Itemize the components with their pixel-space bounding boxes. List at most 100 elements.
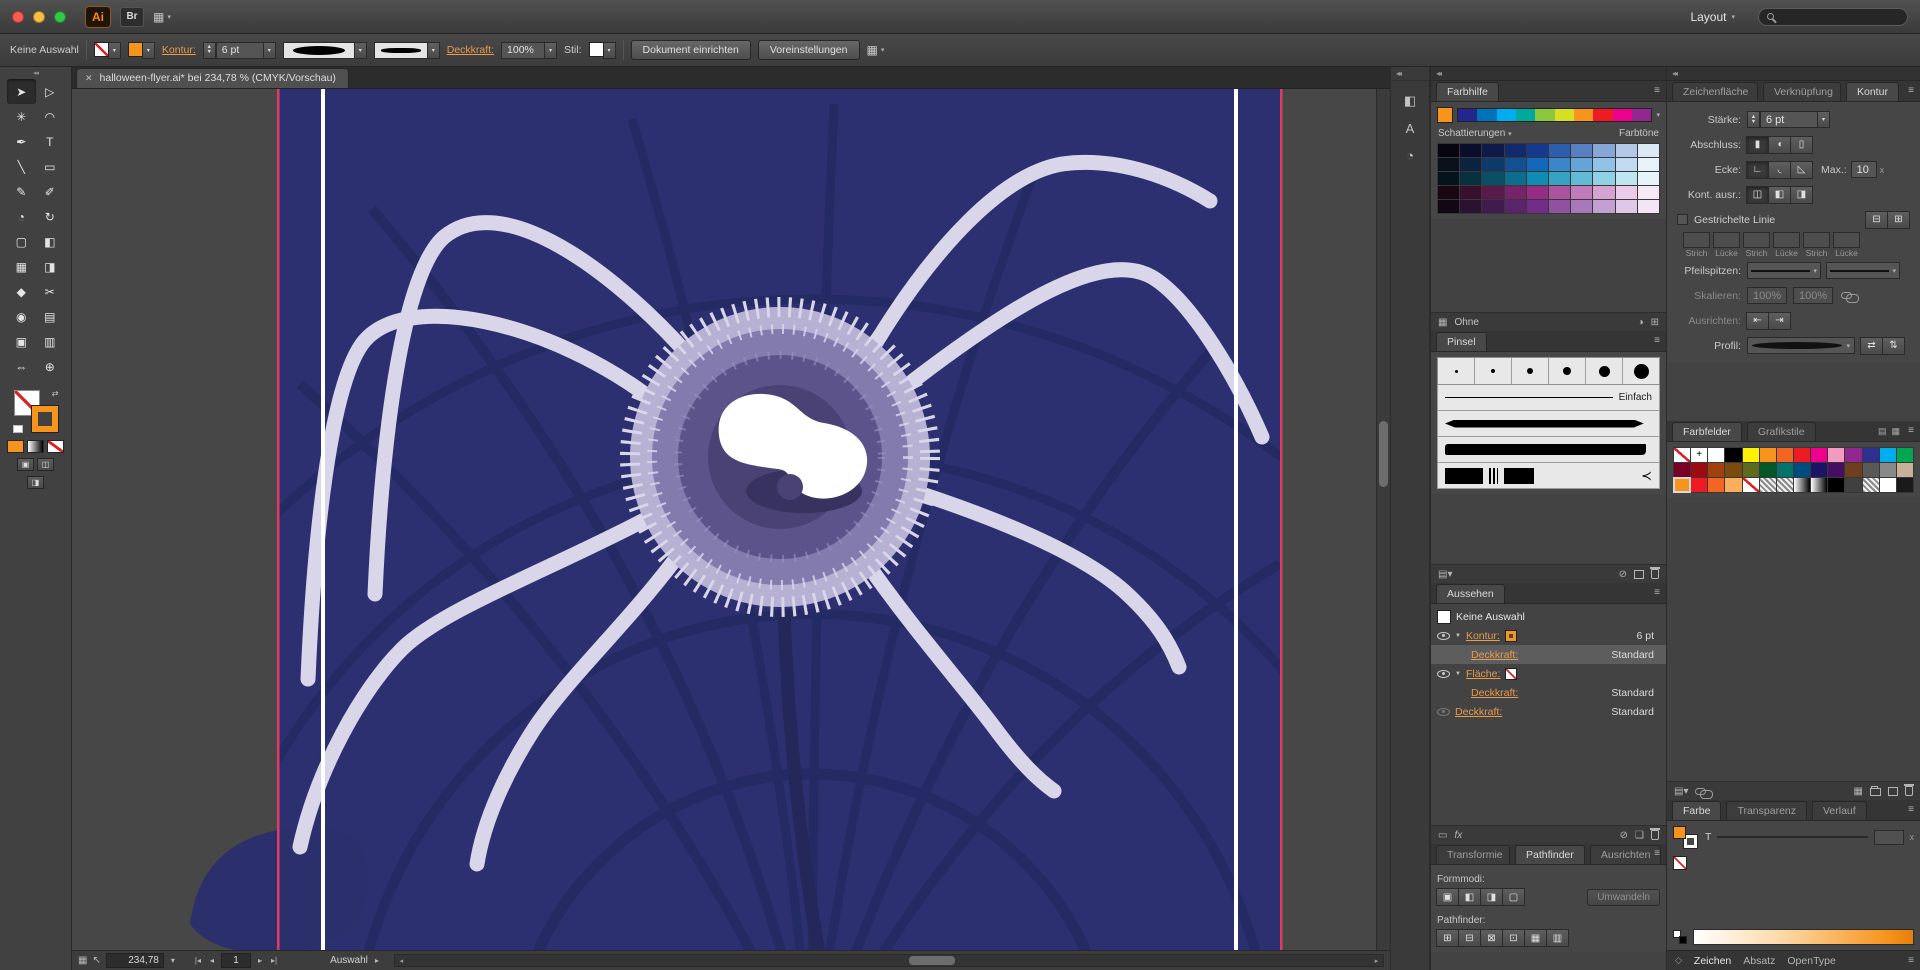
last-artboard-button[interactable]: ▸| — [269, 956, 279, 965]
tool-button[interactable]: ▤ — [36, 304, 65, 329]
panel-menu-icon[interactable]: ≡ — [1654, 848, 1660, 859]
tool-button[interactable]: ↻ — [36, 204, 65, 229]
workspace-layout-button[interactable]: Layout▾ — [1690, 10, 1735, 24]
dash-field[interactable] — [1803, 232, 1830, 248]
tab-color-guide[interactable]: Farbhilfe — [1436, 82, 1499, 101]
brush-item[interactable] — [1549, 358, 1586, 384]
zoom-window-button[interactable] — [54, 11, 66, 23]
tab-transparency[interactable]: Transparenz — [1726, 801, 1807, 820]
stepper-arrows[interactable]: ▲▼ — [203, 42, 216, 59]
round-cap-button[interactable]: ◖ — [1768, 136, 1791, 154]
color-variation-swatch[interactable] — [1527, 186, 1548, 199]
scroll-right-icon[interactable]: ▸ — [1370, 955, 1383, 966]
color-variation-swatch[interactable] — [1505, 144, 1526, 157]
swatch[interactable] — [1708, 463, 1724, 477]
swatch[interactable] — [1811, 463, 1827, 477]
tab-gradient[interactable]: Verlauf — [1812, 801, 1867, 820]
new-color-group-icon[interactable] — [1870, 788, 1881, 796]
swatch[interactable] — [1674, 478, 1690, 492]
color-variation-swatch[interactable] — [1460, 144, 1481, 157]
swatch[interactable] — [1674, 463, 1690, 477]
fill-stroke-indicator[interactable]: ⇄ — [13, 389, 59, 433]
tint-slider[interactable] — [1717, 836, 1867, 838]
color-variation-swatch[interactable] — [1527, 200, 1548, 213]
align-center-button[interactable]: ◫ — [1746, 186, 1769, 204]
bevel-join-button[interactable]: ◺ — [1790, 161, 1813, 179]
color-variation-swatch[interactable] — [1616, 172, 1637, 185]
swap-fill-stroke-icon[interactable]: ⇄ — [52, 389, 59, 398]
tab-paragraph[interactable]: Absatz — [1743, 955, 1775, 967]
clear-appearance-icon[interactable]: ⊘ — [1620, 830, 1628, 841]
appearance-row-opacity-3[interactable]: Deckkraft: Standard — [1431, 702, 1666, 721]
dash-field[interactable] — [1773, 232, 1800, 248]
brush-item-pattern[interactable]: ≺ — [1437, 463, 1660, 489]
swatch[interactable] — [1725, 478, 1741, 492]
swatch[interactable] — [1760, 448, 1776, 462]
color-variation-swatch[interactable] — [1438, 144, 1459, 157]
tool-button[interactable]: ◠ — [36, 104, 65, 129]
link-library-icon[interactable] — [1695, 788, 1706, 795]
tool-button[interactable]: ◔ — [7, 204, 36, 229]
panel-menu-icon[interactable]: ≡ — [1654, 587, 1660, 598]
swatch[interactable] — [1777, 478, 1793, 492]
search-input[interactable] — [1758, 8, 1908, 26]
document-tab[interactable]: ✕ halloween-flyer.ai* bei 234,78 % (CMYK… — [76, 68, 349, 88]
shape-mode-button[interactable]: ▢ — [1502, 888, 1525, 906]
tool-button[interactable]: ✎ — [7, 179, 36, 204]
opacity-combo[interactable]: 100% ▾ — [501, 42, 557, 59]
scroll-left-icon[interactable]: ◂ — [395, 955, 408, 966]
panel-menu-icon[interactable]: ≡ — [1908, 85, 1914, 96]
tab-align[interactable]: Ausrichten — [1590, 845, 1662, 864]
dash-field[interactable] — [1683, 232, 1710, 248]
swatch[interactable] — [1760, 478, 1776, 492]
brush-item[interactable] — [1586, 358, 1623, 384]
dash-field[interactable] — [1833, 232, 1860, 248]
tool-button[interactable]: ▥ — [36, 329, 65, 354]
tool-button[interactable]: ⊕ — [36, 354, 65, 379]
status-icon-2[interactable]: ↖ — [92, 955, 100, 966]
next-artboard-button[interactable]: ▸ — [256, 956, 264, 965]
vertical-scrollbar-thumb[interactable] — [1379, 421, 1388, 487]
fx-icon[interactable]: fx — [1454, 830, 1462, 841]
collapsed-panel-icon-2[interactable]: A — [1406, 121, 1415, 136]
tool-button[interactable]: ✒ — [7, 129, 36, 154]
stroke-weight-combo[interactable]: ▲▼ 6 pt ▾ — [203, 42, 276, 59]
color-variation-swatch[interactable] — [1571, 172, 1592, 185]
default-fill-stroke-icon[interactable] — [13, 425, 23, 433]
tool-button[interactable]: ◧ — [36, 229, 65, 254]
swatch[interactable] — [1897, 478, 1913, 492]
preferences-button[interactable]: Voreinstellungen — [758, 40, 860, 60]
swatch[interactable] — [1760, 463, 1776, 477]
fill-proxy-swatch[interactable] — [1673, 826, 1686, 839]
stroke-swatch[interactable] — [32, 406, 58, 432]
place-arrow-button[interactable]: ⇥ — [1768, 312, 1791, 330]
tab-graphic-styles[interactable]: Grafikstile — [1747, 422, 1816, 441]
brush-item[interactable] — [1438, 358, 1475, 384]
horizontal-scrollbar-thumb[interactable] — [909, 956, 955, 965]
miter-join-button[interactable]: ∟ — [1746, 161, 1769, 179]
delete-swatch-icon[interactable] — [1905, 786, 1913, 796]
brush-item-charcoal[interactable] — [1437, 437, 1660, 463]
swatch[interactable] — [1708, 448, 1724, 462]
pathfinder-button[interactable]: ⊡ — [1502, 929, 1525, 947]
dashed-line-checkbox[interactable] — [1677, 214, 1688, 225]
miter-field[interactable]: 10 — [1851, 161, 1877, 178]
collapsed-panel-icon-1[interactable]: ◧ — [1404, 93, 1416, 109]
stroke-swatch[interactable] — [1505, 630, 1517, 642]
swatch[interactable] — [1828, 463, 1844, 477]
dash-field[interactable] — [1743, 232, 1770, 248]
color-variation-swatch[interactable] — [1460, 172, 1481, 185]
color-spectrum-ramp[interactable] — [1693, 929, 1914, 945]
fill-none-swatch[interactable] — [1505, 668, 1517, 680]
pathfinder-button[interactable]: ⊞ — [1436, 929, 1459, 947]
color-variation-swatch[interactable] — [1438, 158, 1459, 171]
tool-button[interactable]: ◨ — [36, 254, 65, 279]
brush-item-simple[interactable]: Einfach — [1437, 385, 1660, 411]
show-swatch-kinds-icon[interactable]: ▦ — [1854, 786, 1863, 797]
zoom-field[interactable]: 234,78 — [106, 953, 164, 968]
brush-item-tapered[interactable] — [1437, 411, 1660, 437]
tool-button[interactable]: ▦ — [7, 254, 36, 279]
swatch[interactable] — [1743, 448, 1759, 462]
color-variation-swatch[interactable] — [1571, 186, 1592, 199]
stroke-weight-value[interactable]: 6 pt — [216, 42, 264, 59]
